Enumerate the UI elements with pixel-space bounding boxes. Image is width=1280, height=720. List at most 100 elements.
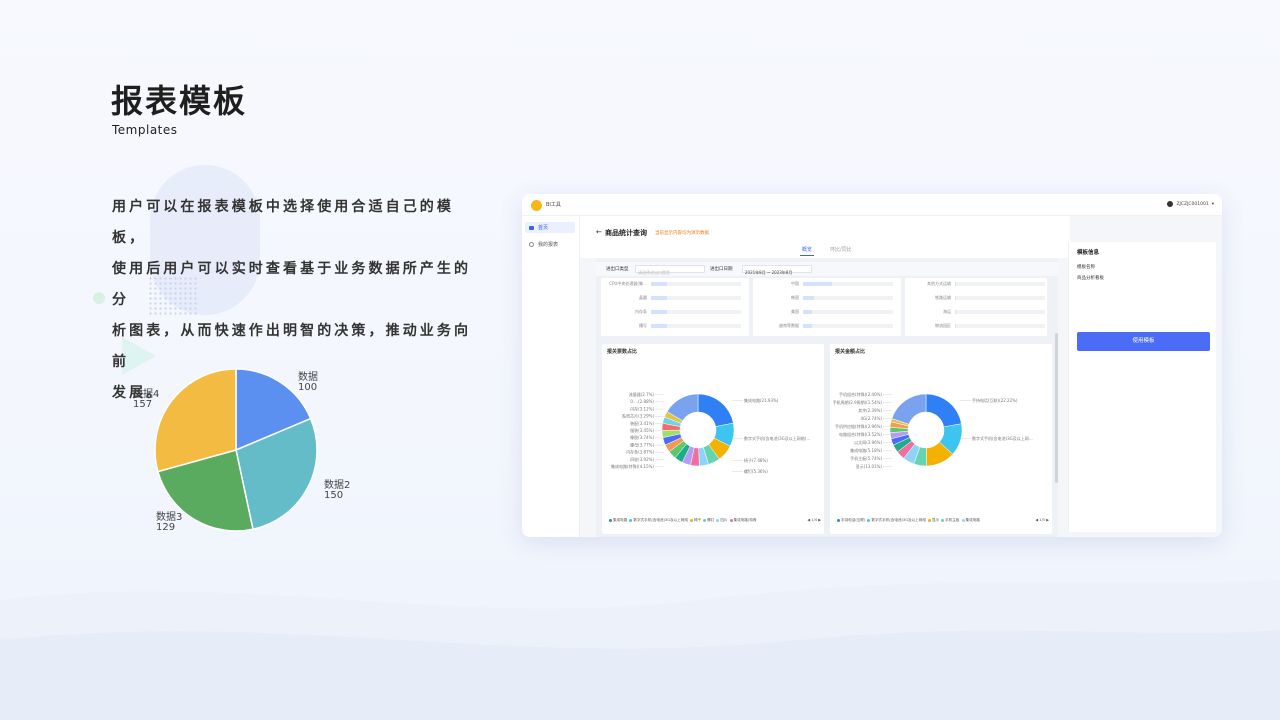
template-name-value: 商品分析看板 <box>1077 276 1104 281</box>
donut-label: 数字式手机(含电池)3G及以上网… <box>972 435 1033 441</box>
mini-bar-label: 海运 <box>943 309 951 314</box>
filter-type-placeholder: 请选择进出口类型 <box>638 270 670 275</box>
donut-label: 闪存(3.12%) <box>630 405 654 411</box>
legend-dot <box>927 518 931 522</box>
pie-value-label: 129 <box>156 522 175 533</box>
donut-label: 四轮(3.92%) <box>630 456 654 462</box>
mini-bar-row: 海运 <box>905 308 1053 316</box>
legend-item[interactable]: 数字式手机(含电池)3G及以上网络 <box>871 518 926 522</box>
mini-bar <box>651 296 668 300</box>
avatar <box>1167 201 1174 207</box>
app-name: BI工具 <box>546 202 561 208</box>
donut-panel: 报关票数占比 流量器(2.7%) 0.…(2.88%) 闪存(3.12%) 贴纸芯片(… <box>602 344 824 534</box>
donut-label: 贴纸芯片(3.29%) <box>622 413 654 419</box>
legend-item[interactable]: 手机主板 <box>945 518 959 522</box>
sidebar-item-home[interactable]: 首页 <box>525 222 575 233</box>
mini-bar-row: 越南等数据 <box>753 322 901 330</box>
donut-label: 流量器(2.7%) <box>629 391 655 397</box>
mini-bar-row: 美国 <box>753 308 901 316</box>
mini-bar <box>803 296 814 300</box>
legend-item[interactable]: 集成电路 <box>613 518 627 522</box>
page-subtitle: Templates <box>112 123 178 137</box>
mini-bar-label: CPU中央处理器(集… <box>609 281 647 286</box>
legend-item[interactable]: 手持电话(互联) <box>841 518 865 522</box>
app-logo-icon <box>531 200 542 211</box>
mini-bar <box>651 324 668 328</box>
donut-label: 手机组合(特殊)(2.40%) <box>839 391 882 397</box>
pie-chart-svg: 数据100数据2150数据3129数据4157 <box>133 368 350 533</box>
use-template-button[interactable]: 使用模板 <box>1077 332 1210 351</box>
mini-bar <box>651 310 668 314</box>
filter-type-select[interactable]: 请选择进出口类型 <box>635 265 705 275</box>
description-line: 使用后用户可以实时查看基于业务数据所产生的分 <box>112 261 472 308</box>
mini-bar-row: 物流园区 <box>905 322 1053 330</box>
mini-bar-label: 中国 <box>791 281 799 286</box>
main-area: ← 商品统计查询 当前显示内容均为演示数据 概览 环比/同比 进出口类型 请选择… <box>580 216 1222 537</box>
donut-label: 螺母(3.77%) <box>630 441 654 447</box>
pie-chart: 数据 100 数据2 150 数据3 129 数据4 157 <box>118 350 378 550</box>
legend-item[interactable]: 集成电路(特殊 <box>734 518 757 522</box>
mini-bar-row: 韩国 <box>753 294 901 302</box>
mini-bar <box>955 310 956 314</box>
mini-bar-chart: CPU中央处理器(集… 晶圆 内存条 槽号 <box>601 278 749 336</box>
legend-item[interactable]: 显示 <box>932 518 939 522</box>
mini-bar-label: 越南等数据 <box>779 323 799 328</box>
mini-bar-track <box>803 310 893 314</box>
legend-item[interactable]: 数字式手机(含电池)3G及以上网络 <box>633 518 688 522</box>
filter-date-value: 2021年8月 ~ 2023年8月 <box>745 270 793 275</box>
info-title: 模板信息 <box>1077 250 1100 256</box>
pie-value-label: 157 <box>133 399 152 410</box>
report-content: 进出口类型 请选择进出口类型 进出口日期 2021年8月 ~ 2023年8月 C… <box>596 258 1058 537</box>
mini-bar-chart: 中国韩国美国越南等数据 <box>753 278 901 336</box>
donut-label: 其余(2.39%) <box>858 407 882 413</box>
sidebar-item-my-reports[interactable]: 我的报表 <box>525 239 575 250</box>
filter-date-picker[interactable]: 2021年8月 ~ 2023年8月 <box>742 265 812 275</box>
legend-dot <box>961 518 965 522</box>
app-topbar: BI工具 ZJCZJC001001 ▾ <box>522 194 1222 216</box>
legend-item[interactable]: 椅子 <box>694 518 701 522</box>
chart-legend: 集成电路 数字式手机(含电池)3G及以上网络 椅子 螺钉 四片 集成电路(特殊 ◀ 1/4 … <box>607 518 821 524</box>
legend-item[interactable]: 四片 <box>720 518 727 522</box>
legend-item[interactable]: 螺钉 <box>707 518 714 522</box>
legend-pager[interactable]: ◀ 1/4 ▶ <box>805 518 821 522</box>
legend-pager[interactable]: ◀ 1/5 ▶ <box>1033 518 1049 522</box>
sidebar-item-label: 我的报表 <box>538 242 559 248</box>
donut-label: 装配(3.41%) <box>630 420 654 426</box>
donut-label: 椅子(7.48%) <box>744 457 768 463</box>
sidebar-item-label: 首页 <box>538 225 549 231</box>
scrollbar[interactable] <box>1055 333 1058 483</box>
donut-label: 4G(2.74%) <box>861 416 883 421</box>
donut-label: 螺钉(5.36%) <box>744 468 768 474</box>
donut-label: 服装(3.45%) <box>630 427 654 433</box>
donut-chart-svg: 流量器(2.7%) 0.…(2.88%)闪存(3.12%) 贴纸芯片(3.29%)装… <box>611 391 810 474</box>
tab-compare[interactable]: 环比/同比 <box>830 246 852 253</box>
template-info-panel: 模板信息 模板名称 商品分析看板 使用模板 <box>1068 242 1216 532</box>
back-arrow-icon[interactable]: ← <box>596 228 602 236</box>
legend-dot <box>837 518 840 522</box>
donut-label: 以太网(3.96%) <box>854 439 882 445</box>
mini-bar-row: 槽号 <box>601 322 749 330</box>
tab-overview[interactable]: 概览 <box>799 246 815 256</box>
mini-bar <box>651 282 668 286</box>
report-icon <box>529 242 534 247</box>
app-window: BI工具 ZJCZJC001001 ▾ 首页 我的报表 ← 商品统计查询 当前显… <box>522 194 1222 537</box>
mini-bar-chart: 其他方式运输 铁路运输 海运 物流园区 <box>905 278 1047 336</box>
filter-type-label: 进出口类型 <box>606 267 629 272</box>
donut-label: 手机主板(5.74%) <box>850 455 882 461</box>
donut-label: 内存条(3.87%) <box>626 449 654 455</box>
pie-value-label: 100 <box>298 382 317 393</box>
mini-bar-track <box>955 296 1045 300</box>
legend-dot <box>716 518 720 522</box>
mini-bar-row: 晶圆 <box>601 294 749 302</box>
page-header: ← 商品统计查询 当前显示内容均为演示数据 <box>580 216 1070 244</box>
legend-dot <box>729 518 733 522</box>
legend-dot <box>629 518 633 522</box>
user-menu[interactable]: ZJCZJC001001 ▾ <box>1167 201 1214 207</box>
donut-label: 手机周期(2.9周期)(1.54%) <box>833 399 883 405</box>
mini-bar-track <box>955 324 1045 328</box>
mini-bar-row: 其他方式运输 <box>905 280 1053 288</box>
legend-item[interactable]: 集成电路 <box>966 518 980 522</box>
donut-label: 集成电路(特殊)(4.15%) <box>611 463 654 469</box>
report-tabs: 概览 环比/同比 <box>580 244 1070 258</box>
donut-label: 电路组合(特殊)(3.52%) <box>839 431 882 437</box>
